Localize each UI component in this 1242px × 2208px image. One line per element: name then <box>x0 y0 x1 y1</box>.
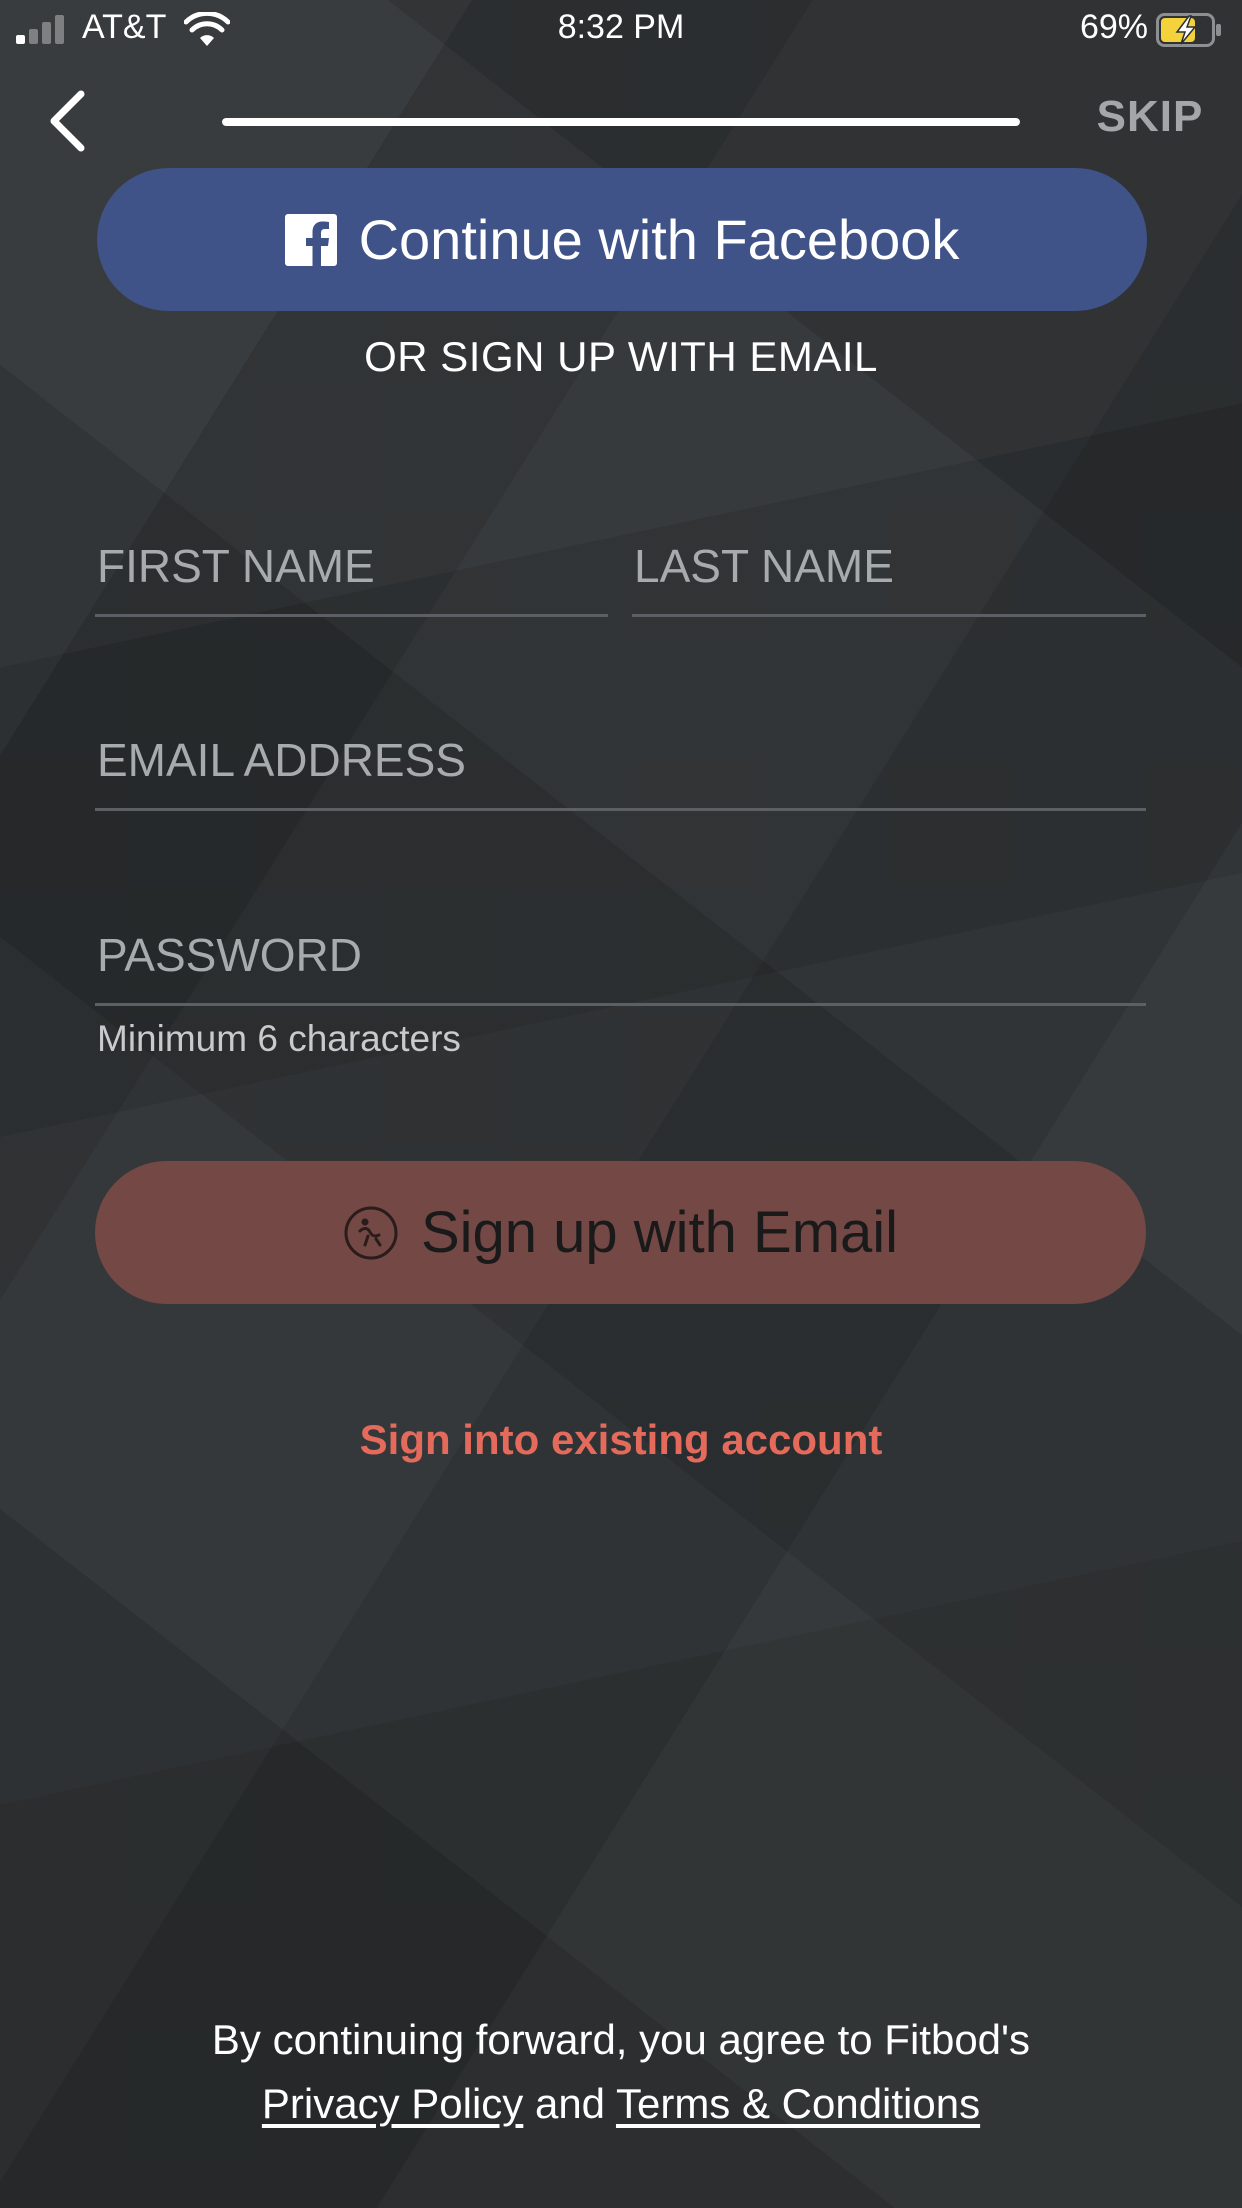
last-name-field[interactable] <box>632 518 1146 617</box>
battery-charging-icon <box>1156 13 1221 47</box>
fitbod-logo-icon <box>344 1206 398 1259</box>
first-name-field[interactable] <box>95 518 608 617</box>
terms-conditions-link[interactable]: Terms & Conditions <box>616 2080 980 2127</box>
facebook-button-label: Continue with Facebook <box>358 208 960 271</box>
first-name-input[interactable] <box>95 518 608 614</box>
email-field[interactable] <box>95 712 1146 811</box>
password-field[interactable] <box>95 907 1146 1006</box>
progress-fill <box>222 118 1020 126</box>
status-time: 8:32 PM <box>557 8 685 46</box>
legal-notice: By continuing forward, you agree to Fitb… <box>0 2008 1242 2136</box>
continue-with-facebook-button[interactable]: Continue with Facebook <box>97 168 1147 311</box>
sign-in-existing-account-link[interactable]: Sign into existing account <box>0 1416 1242 1464</box>
legal-conjunction: and <box>534 2080 606 2127</box>
privacy-policy-link[interactable]: Privacy Policy <box>262 2080 523 2127</box>
password-hint: Minimum 6 characters <box>97 1018 461 1059</box>
email-input[interactable] <box>95 712 1146 808</box>
signup-email-divider: OR SIGN UP WITH EMAIL <box>364 333 878 380</box>
chevron-left-icon <box>50 90 85 152</box>
facebook-icon <box>284 213 337 266</box>
legal-links-line: Privacy Policy and Terms & Conditions <box>0 2072 1242 2136</box>
password-input[interactable] <box>95 907 1146 1003</box>
sign-up-with-email-button[interactable]: Sign up with Email <box>95 1161 1146 1304</box>
status-bar: AT&T 8:32 PM 69% <box>0 0 1242 58</box>
legal-prefix: By continuing forward, you agree to Fitb… <box>211 2016 1031 2063</box>
battery-percentage: 69% <box>1079 8 1148 46</box>
skip-button[interactable]: SKIP <box>1080 92 1220 148</box>
onboarding-progress-bar <box>222 118 1020 126</box>
last-name-input[interactable] <box>632 518 1146 614</box>
back-button[interactable] <box>38 82 96 160</box>
sign-up-button-label: Sign up with Email <box>420 1200 899 1265</box>
